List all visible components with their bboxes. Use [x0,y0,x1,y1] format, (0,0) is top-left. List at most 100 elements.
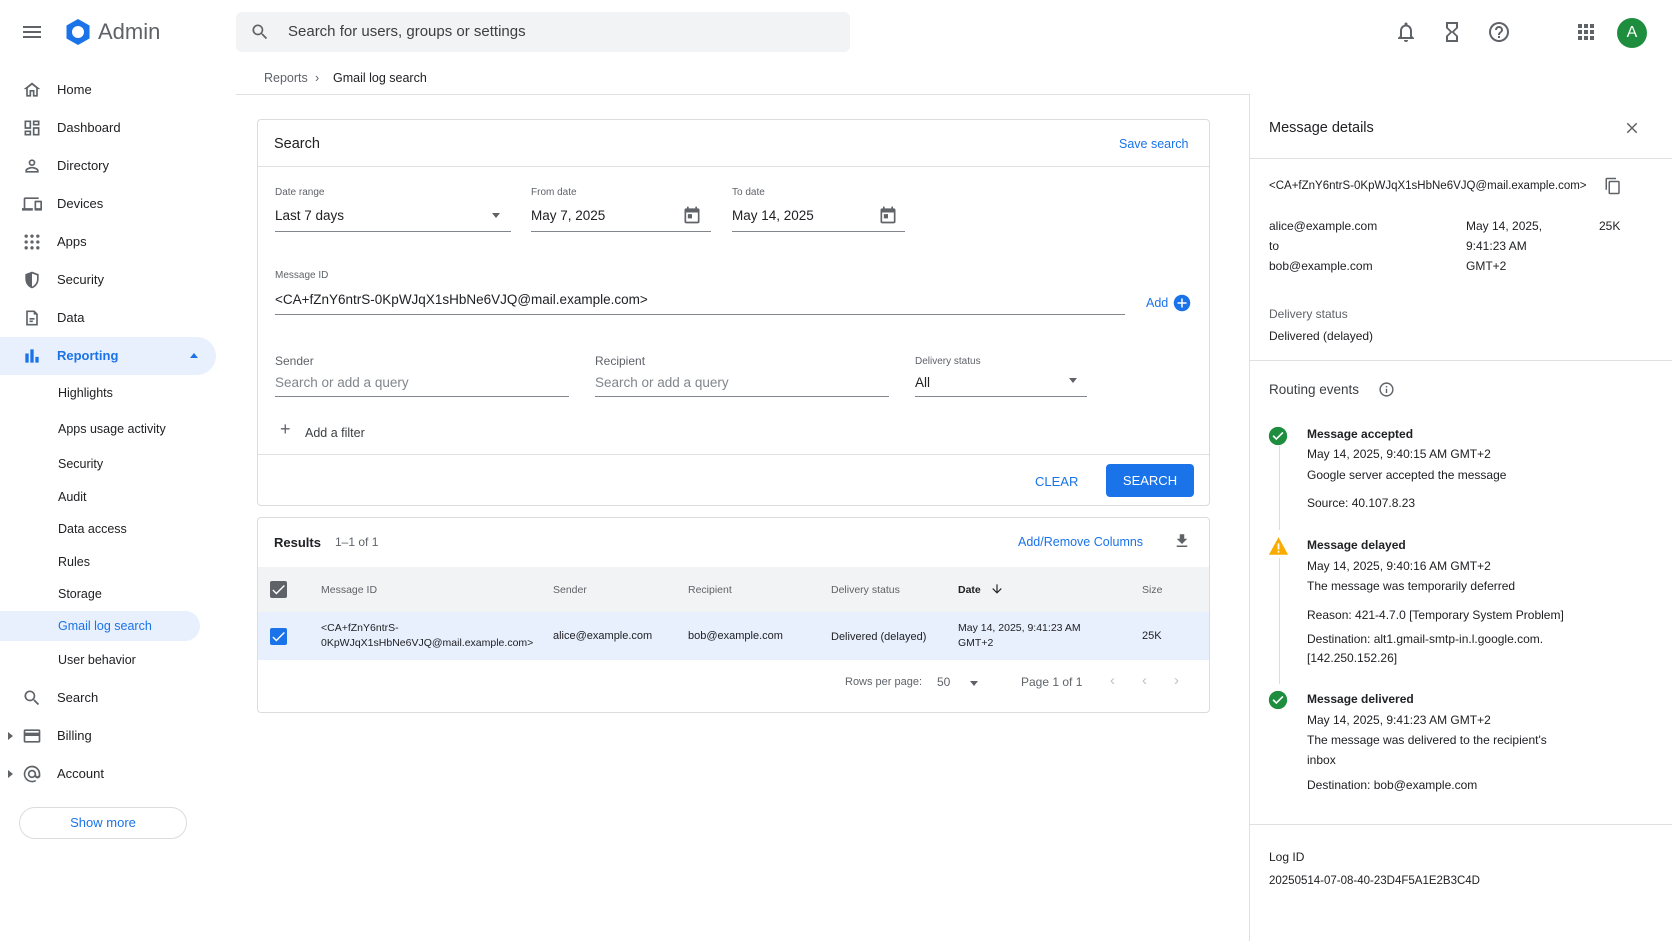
sidebar-item-home[interactable]: Home [0,72,216,108]
sidebar-item-directory[interactable]: Directory [0,148,216,184]
sidebar-sub-storage[interactable]: Storage [0,579,200,609]
rows-per-page-select[interactable]: 50 [937,672,983,692]
info-icon[interactable] [1378,381,1395,398]
rows-per-page-value: 50 [937,675,951,689]
bar-chart-icon [22,346,42,366]
delivery-status-underline [915,396,1087,397]
details-delivery-value: Delivered (delayed) [1269,329,1374,343]
main-menu-icon[interactable] [20,20,44,44]
search-button[interactable]: SEARCH [1106,464,1194,497]
save-search-link[interactable]: Save search [1119,137,1188,151]
check-circle-icon [1268,690,1288,710]
apps-launcher-icon[interactable] [1574,20,1598,44]
next-page-icon[interactable]: › [1174,672,1179,689]
search-card-title: Search [274,136,320,152]
event-description: Google server accepted the message [1307,468,1507,482]
calendar-icon[interactable] [682,205,702,225]
sidebar-sub-apps-usage[interactable]: Apps usage activity [0,414,200,444]
expand-arrow-icon[interactable] [8,732,13,740]
add-circle-icon[interactable] [1173,294,1191,312]
date-range-select[interactable]: Last 7 days [275,204,511,232]
column-header-delivery-status[interactable]: Delivery status [831,584,900,596]
sidebar-sub-security[interactable]: Security [0,449,200,479]
admin-logo-icon[interactable] [64,18,92,46]
sidebar-sub-highlights[interactable]: Highlights [0,378,200,408]
download-icon[interactable] [1173,532,1191,550]
sort-arrow-down-icon[interactable] [990,582,1004,596]
first-page-icon[interactable]: ‹ [1110,672,1115,689]
help-icon[interactable] [1487,20,1511,44]
close-icon[interactable] [1623,119,1641,137]
sidebar-sub-data-access[interactable]: Data access [0,514,200,544]
sidebar-item-security[interactable]: Security [0,262,216,298]
delivery-status-select[interactable]: All [915,372,1087,396]
copy-icon[interactable] [1604,177,1622,195]
sidebar-sub-label: Security [58,457,104,471]
sidebar-item-search[interactable]: Search [0,680,216,716]
recipient-input[interactable]: Search or add a query [595,372,889,396]
sidebar-item-data[interactable]: Data [0,300,216,336]
message-id-input[interactable]: <CA+fZnY6ntrS-0KpWJqX1sHbNe6VJQ@mail.exa… [275,288,1125,314]
expand-arrow-icon[interactable] [8,770,13,778]
sidebar-item-label: Billing [57,728,92,743]
page-indicator: Page 1 of 1 [1021,675,1083,689]
sidebar-item-label: Data [57,310,85,325]
rows-per-page-label: Rows per page: [845,676,923,688]
column-header-message-id[interactable]: Message ID [321,584,377,596]
prev-page-icon[interactable]: ‹ [1142,672,1147,689]
select-all-checkbox[interactable] [270,581,287,598]
search-card-divider [258,166,1209,167]
notifications-bell-icon[interactable] [1394,20,1418,44]
details-delivery-label: Delivery status [1269,307,1348,321]
sender-input[interactable]: Search or add a query [275,372,569,396]
from-date-underline [531,231,711,232]
sidebar-sub-label: Gmail log search [58,619,152,633]
column-header-sender[interactable]: Sender [553,584,587,596]
hourglass-tasks-icon[interactable] [1440,20,1464,44]
sidebar-sub-user-behavior[interactable]: User behavior [0,645,200,675]
sidebar-sub-audit[interactable]: Audit [0,482,200,512]
add-remove-columns-link[interactable]: Add/Remove Columns [1018,535,1143,549]
dropdown-arrow-icon [492,213,500,218]
sidebar-item-billing[interactable]: Billing [0,718,216,754]
event-destination: Destination: alt1.gmail-smtp-in.l.google… [1307,632,1544,646]
sidebar-sub-label: Storage [58,587,102,601]
add-message-id-link[interactable]: Add [1146,296,1168,310]
cell-sender: alice@example.com [553,630,653,642]
sidebar-item-reporting[interactable]: Reporting [0,337,216,375]
breadcrumb-reports[interactable]: Reports [264,71,308,85]
sidebar-sub-gmail-log-search[interactable]: Gmail log search [0,611,200,641]
to-date-value: May 14, 2025 [732,208,814,223]
from-date-value: May 7, 2025 [531,208,606,223]
avatar[interactable]: A [1617,18,1647,48]
person-icon [22,156,42,176]
sender-label: Sender [275,354,314,368]
clear-button[interactable]: CLEAR [1035,474,1078,489]
details-divider [1250,360,1672,361]
column-header-date[interactable]: Date [958,584,981,596]
app-title[interactable]: Admin [98,19,160,45]
sidebar-item-apps[interactable]: Apps [0,224,216,260]
search-placeholder: Search for users, groups or settings [288,23,526,40]
cell-message-id-line: 0KpWJqX1sHbNe6VJQ@mail.example.com> [321,637,534,649]
results-count: 1–1 of 1 [335,535,379,549]
details-to-word: to [1269,239,1280,253]
sidebar-item-account[interactable]: Account [0,756,216,792]
sender-placeholder: Search or add a query [275,375,409,390]
row-checkbox[interactable] [270,628,287,645]
show-more-button[interactable]: Show more [19,807,187,839]
column-header-size[interactable]: Size [1142,584,1162,596]
column-header-recipient[interactable]: Recipient [688,584,732,596]
collapse-caret-icon[interactable] [190,353,198,358]
add-filter-button[interactable]: + Add a filter [280,419,390,445]
sidebar-item-dashboard[interactable]: Dashboard [0,110,216,146]
details-message-id: <CA+fZnY6ntrS-0KpWJqX1sHbNe6VJQ@mail.exa… [1269,180,1587,192]
sidebar-sub-rules[interactable]: Rules [0,547,200,577]
sidebar-item-label: Reporting [57,348,119,363]
recipient-placeholder: Search or add a query [595,375,729,390]
global-search-input[interactable]: Search for users, groups or settings [236,12,850,52]
calendar-icon[interactable] [878,205,898,225]
sidebar-item-label: Directory [57,158,110,173]
sidebar-item-devices[interactable]: Devices [0,186,216,222]
event-reason: Reason: 421-4.7.0 [Temporary System Prob… [1307,608,1564,622]
